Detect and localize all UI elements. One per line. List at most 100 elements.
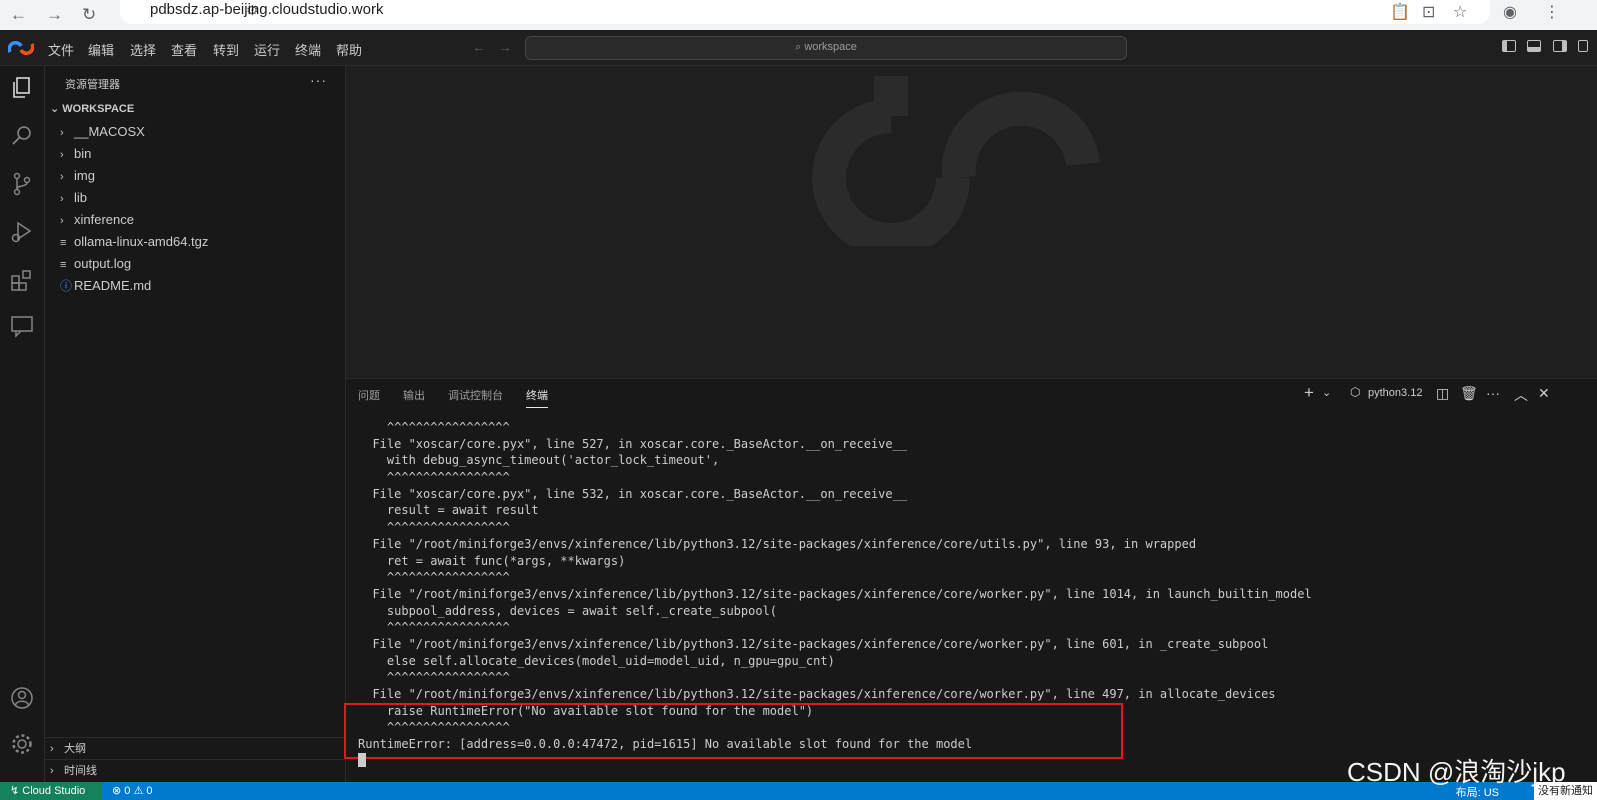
install-app-icon[interactable]: ⊡ <box>1422 2 1435 22</box>
toggle-sidebar-icon[interactable] <box>1502 40 1516 52</box>
terminal-line: File "/root/miniforge3/envs/xinference/l… <box>358 536 1197 551</box>
outline-section-header[interactable]: › 大纲 <box>45 737 345 760</box>
terminal-line: File "/root/miniforge3/envs/xinference/l… <box>358 687 1276 701</box>
tree-item-label: ollama-linux-amd64.tgz <box>74 234 209 249</box>
error-count: 0 <box>124 785 131 797</box>
terminal-line: ret = await func(*args, **kwargs) <box>358 553 626 568</box>
reload-icon[interactable]: ↻ <box>82 5 96 25</box>
menu-run[interactable]: 运行 <box>254 40 280 59</box>
customize-layout-icon[interactable] <box>1578 40 1588 52</box>
more-actions-icon[interactable]: ··· <box>1486 385 1500 401</box>
menu-terminal[interactable]: 终端 <box>295 40 321 59</box>
problems-indicator[interactable]: ⊗ 0 ⚠ 0 <box>112 784 153 797</box>
chevron-right-icon: › <box>60 149 64 161</box>
title-bar: 文件 编辑 选择 查看 转到 运行 终端 帮助 ← → ⌕ workspace <box>0 30 1597 66</box>
tree-file-ollama[interactable]: ≡ ollama-linux-amd64.tgz <box>60 231 208 253</box>
chevron-down-icon[interactable]: ⌄ <box>1322 386 1331 399</box>
search-icon[interactable] <box>8 122 36 150</box>
forward-arrow-icon[interactable]: → <box>46 5 63 25</box>
close-panel-icon[interactable]: ✕ <box>1538 385 1550 402</box>
command-center[interactable]: ⌕ workspace <box>525 36 1127 60</box>
tree-item-label: output.log <box>74 256 132 271</box>
terminal-profile-name[interactable]: python3.12 <box>1368 387 1422 399</box>
run-debug-icon[interactable] <box>8 218 36 246</box>
maximize-panel-chevron-up-icon[interactable]: ︿ <box>1514 385 1528 405</box>
tree-folder-macosx[interactable]: › __MACOSX <box>60 121 145 143</box>
terminal-line: else self.allocate_devices(model_uid=mod… <box>358 653 835 668</box>
file-lines-icon: ≡ <box>60 259 67 271</box>
nav-back-icon[interactable]: ← <box>472 39 486 55</box>
chevron-right-icon: › <box>50 743 54 755</box>
clipboard-icon[interactable]: 📋 <box>1390 2 1410 22</box>
explorer-sidebar: 资源管理器 ··· ⌄ WORKSPACE › __MACOSX › bin › im… <box>45 66 346 782</box>
tree-file-output-log[interactable]: ≡ output.log <box>60 253 131 275</box>
profile-icon[interactable]: ◉ <box>1503 2 1517 22</box>
terminal-line: File "xoscar/core.pyx", line 527, in xos… <box>358 436 908 451</box>
editor-area[interactable] <box>346 66 1597 378</box>
nav-forward-icon[interactable]: → <box>498 39 512 55</box>
extensions-icon[interactable] <box>8 266 36 294</box>
remote-label: Cloud Studio <box>22 785 86 797</box>
tab-debug-console[interactable]: 调试控制台 <box>448 387 503 403</box>
chevron-right-icon: › <box>60 193 64 205</box>
menu-go[interactable]: 转到 <box>213 40 239 59</box>
workspace-label: WORKSPACE <box>62 103 135 115</box>
new-terminal-plus-icon[interactable]: + <box>1304 383 1314 403</box>
outline-label: 大纲 <box>64 743 86 755</box>
activity-bar <box>0 66 45 782</box>
warning-count: 0 <box>146 785 153 797</box>
toggle-panel-icon[interactable] <box>1527 40 1541 52</box>
back-arrow-icon[interactable]: ← <box>10 5 27 25</box>
trash-icon[interactable]: 🗑 <box>1460 385 1478 402</box>
tree-item-label: README.md <box>74 278 152 293</box>
file-lines-icon: ≡ <box>60 237 67 249</box>
terminal-line: File "/root/miniforge3/envs/xinference/l… <box>358 636 1269 651</box>
tree-folder-img[interactable]: › img <box>60 165 95 187</box>
workspace-section-header[interactable]: ⌄ WORKSPACE <box>50 102 134 115</box>
menu-selection[interactable]: 选择 <box>130 40 156 59</box>
tree-folder-bin[interactable]: › bin <box>60 143 91 165</box>
remote-indicator[interactable]: ↯ Cloud Studio <box>0 782 102 800</box>
terminal-line: ^^^^^^^^^^^^^^^^^ <box>358 470 510 485</box>
info-icon: ⓘ <box>60 279 73 293</box>
menu-file[interactable]: 文件 <box>48 40 74 59</box>
account-icon[interactable] <box>8 684 36 712</box>
remote-explorer-icon[interactable] <box>8 312 36 340</box>
timeline-label: 时间线 <box>64 765 97 777</box>
explorer-icon[interactable] <box>8 74 36 102</box>
chevron-right-icon: › <box>60 171 64 183</box>
browser-menu-icon[interactable]: ⋮ <box>1544 2 1560 22</box>
tree-folder-lib[interactable]: › lib <box>60 187 87 209</box>
split-terminal-icon[interactable]: ◫ <box>1436 385 1449 402</box>
menu-view[interactable]: 查看 <box>171 40 197 59</box>
tree-folder-xinference[interactable]: › xinference <box>60 209 134 231</box>
timeline-section-header[interactable]: › 时间线 <box>45 759 345 782</box>
remote-icon: ↯ <box>10 785 20 797</box>
toggle-secondary-sidebar-icon[interactable] <box>1553 40 1567 52</box>
chevron-right-icon: › <box>60 215 64 227</box>
chevron-right-icon: › <box>50 765 54 777</box>
explorer-title: 资源管理器 <box>65 79 120 91</box>
bookmark-star-icon[interactable]: ☆ <box>1453 2 1467 22</box>
tree-file-readme[interactable]: ⓘ README.md <box>60 275 151 297</box>
tree-item-label: bin <box>74 146 92 161</box>
terminal-line: ^^^^^^^^^^^^^^^^^ <box>358 670 510 685</box>
chevron-right-icon: › <box>60 127 64 139</box>
terminal-cursor <box>358 753 366 767</box>
tab-terminal[interactable]: 终端 <box>526 387 548 408</box>
menu-edit[interactable]: 编辑 <box>88 40 114 59</box>
terminal-line: result = await result <box>358 503 539 518</box>
tab-output[interactable]: 输出 <box>403 387 425 403</box>
source-control-icon[interactable] <box>8 170 36 198</box>
more-actions-icon[interactable]: ··· <box>310 72 327 88</box>
tab-problems[interactable]: 问题 <box>358 387 380 403</box>
error-highlight-box <box>344 703 1123 759</box>
tree-item-label: __MACOSX <box>74 124 145 139</box>
url-text: pdbsdz.ap-beijing.cloudstudio.work <box>150 1 384 18</box>
address-bar[interactable]: ⚙ pdbsdz.ap-beijing.cloudstudio.work <box>120 0 1490 24</box>
tree-item-label: xinference <box>74 212 134 227</box>
search-icon: ⌕ <box>795 41 802 53</box>
settings-gear-icon[interactable] <box>8 730 36 758</box>
cloudstudio-logo-icon <box>8 41 34 55</box>
menu-help[interactable]: 帮助 <box>336 40 362 59</box>
